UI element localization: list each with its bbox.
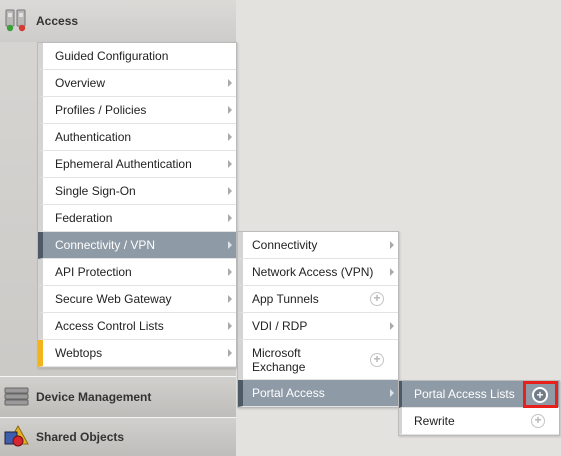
chevron-right-icon [228,214,232,222]
chevron-right-icon [228,79,232,87]
menu-item-label: Rewrite [414,414,455,428]
chevron-right-icon [228,106,232,114]
nav-section-label: Shared Objects [36,430,125,444]
menu-item-secure-web-gateway[interactable]: Secure Web Gateway [38,286,236,313]
menu-item-federation[interactable]: Federation [38,205,236,232]
chevron-right-icon [390,241,394,249]
add-icon[interactable]: + [531,414,545,428]
menu-item-label: Portal Access [252,386,325,400]
add-icon[interactable]: + [370,292,384,306]
chevron-right-icon [228,295,232,303]
menu-item-label: Authentication [55,130,132,144]
menu-item-label: Network Access (VPN) [252,265,374,279]
chevron-right-icon [228,268,232,276]
menu-item-microsoft-exchange[interactable]: Microsoft Exchange + [238,340,398,380]
menu-item-profiles-policies[interactable]: Profiles / Policies [38,97,236,124]
menu-item-overview[interactable]: Overview [38,70,236,97]
menu-item-portal-access-lists[interactable]: Portal Access Lists + [399,381,559,408]
menu-item-authentication[interactable]: Authentication [38,124,236,151]
nav-section-device-management[interactable]: Device Management [0,376,236,417]
chevron-right-icon [228,187,232,195]
menu-item-portal-access[interactable]: Portal Access [238,380,398,407]
menu-item-label: API Protection [55,265,132,279]
menu-item-guided-configuration[interactable]: Guided Configuration [38,43,236,70]
menu-item-access-control-lists[interactable]: Access Control Lists [38,313,236,340]
menu-item-app-tunnels[interactable]: App Tunnels + [238,286,398,313]
menu-item-label: VDI / RDP [252,319,308,333]
menu-item-label: Access Control Lists [55,319,164,333]
chevron-right-icon [228,160,232,168]
menu-item-label: Guided Configuration [55,49,169,63]
chevron-right-icon [228,241,232,249]
add-icon[interactable]: + [532,387,548,403]
menu-item-rewrite[interactable]: Rewrite + [399,408,559,435]
menu-item-label: App Tunnels [252,292,319,306]
add-icon[interactable]: + [370,352,384,367]
menu-item-label: Webtops [55,346,103,360]
menu-item-label: Ephemeral Authentication [55,157,192,171]
access-submenu: Guided Configuration Overview Profiles /… [37,42,237,368]
menu-item-label: Overview [55,76,106,90]
chevron-right-icon [390,268,394,276]
highlight-box: + [523,381,558,408]
menu-item-label: Connectivity [252,238,318,252]
menu-item-connectivity-vpn[interactable]: Connectivity / VPN [38,232,236,259]
menu-item-connectivity[interactable]: Connectivity [238,232,398,259]
menu-item-ephemeral-authentication[interactable]: Ephemeral Authentication [38,151,236,178]
nav-section-label: Device Management [36,390,152,404]
menu-item-single-sign-on[interactable]: Single Sign-On [38,178,236,205]
portal-access-submenu: Portal Access Lists + Rewrite + [398,380,560,436]
menu-item-label: Federation [55,211,113,225]
chevron-right-icon [390,322,394,330]
menu-item-network-access-vpn[interactable]: Network Access (VPN) [238,259,398,286]
menu-item-label: Connectivity / VPN [55,238,156,252]
chevron-right-icon [228,133,232,141]
menu-item-vdi-rdp[interactable]: VDI / RDP [238,313,398,340]
nav-section-shared-objects[interactable]: Shared Objects [0,417,236,456]
menu-item-label: Profiles / Policies [55,103,147,117]
menu-item-label: Single Sign-On [55,184,136,198]
chevron-right-icon [228,322,232,330]
chevron-right-icon [228,349,232,357]
shared-objects-icon [4,424,30,451]
connectivity-vpn-submenu: Connectivity Network Access (VPN) App Tu… [237,231,399,408]
access-icon [4,7,28,36]
nav-section-label: Access [36,14,79,28]
chevron-right-icon [390,389,394,397]
device-icon [4,384,30,411]
menu-item-label: Microsoft Exchange [252,345,306,374]
menu-item-label: Secure Web Gateway [55,292,172,306]
nav-section-access[interactable]: Access [0,0,236,42]
menu-item-api-protection[interactable]: API Protection [38,259,236,286]
menu-item-webtops[interactable]: Webtops [38,340,236,367]
menu-item-label: Portal Access Lists [414,387,515,401]
